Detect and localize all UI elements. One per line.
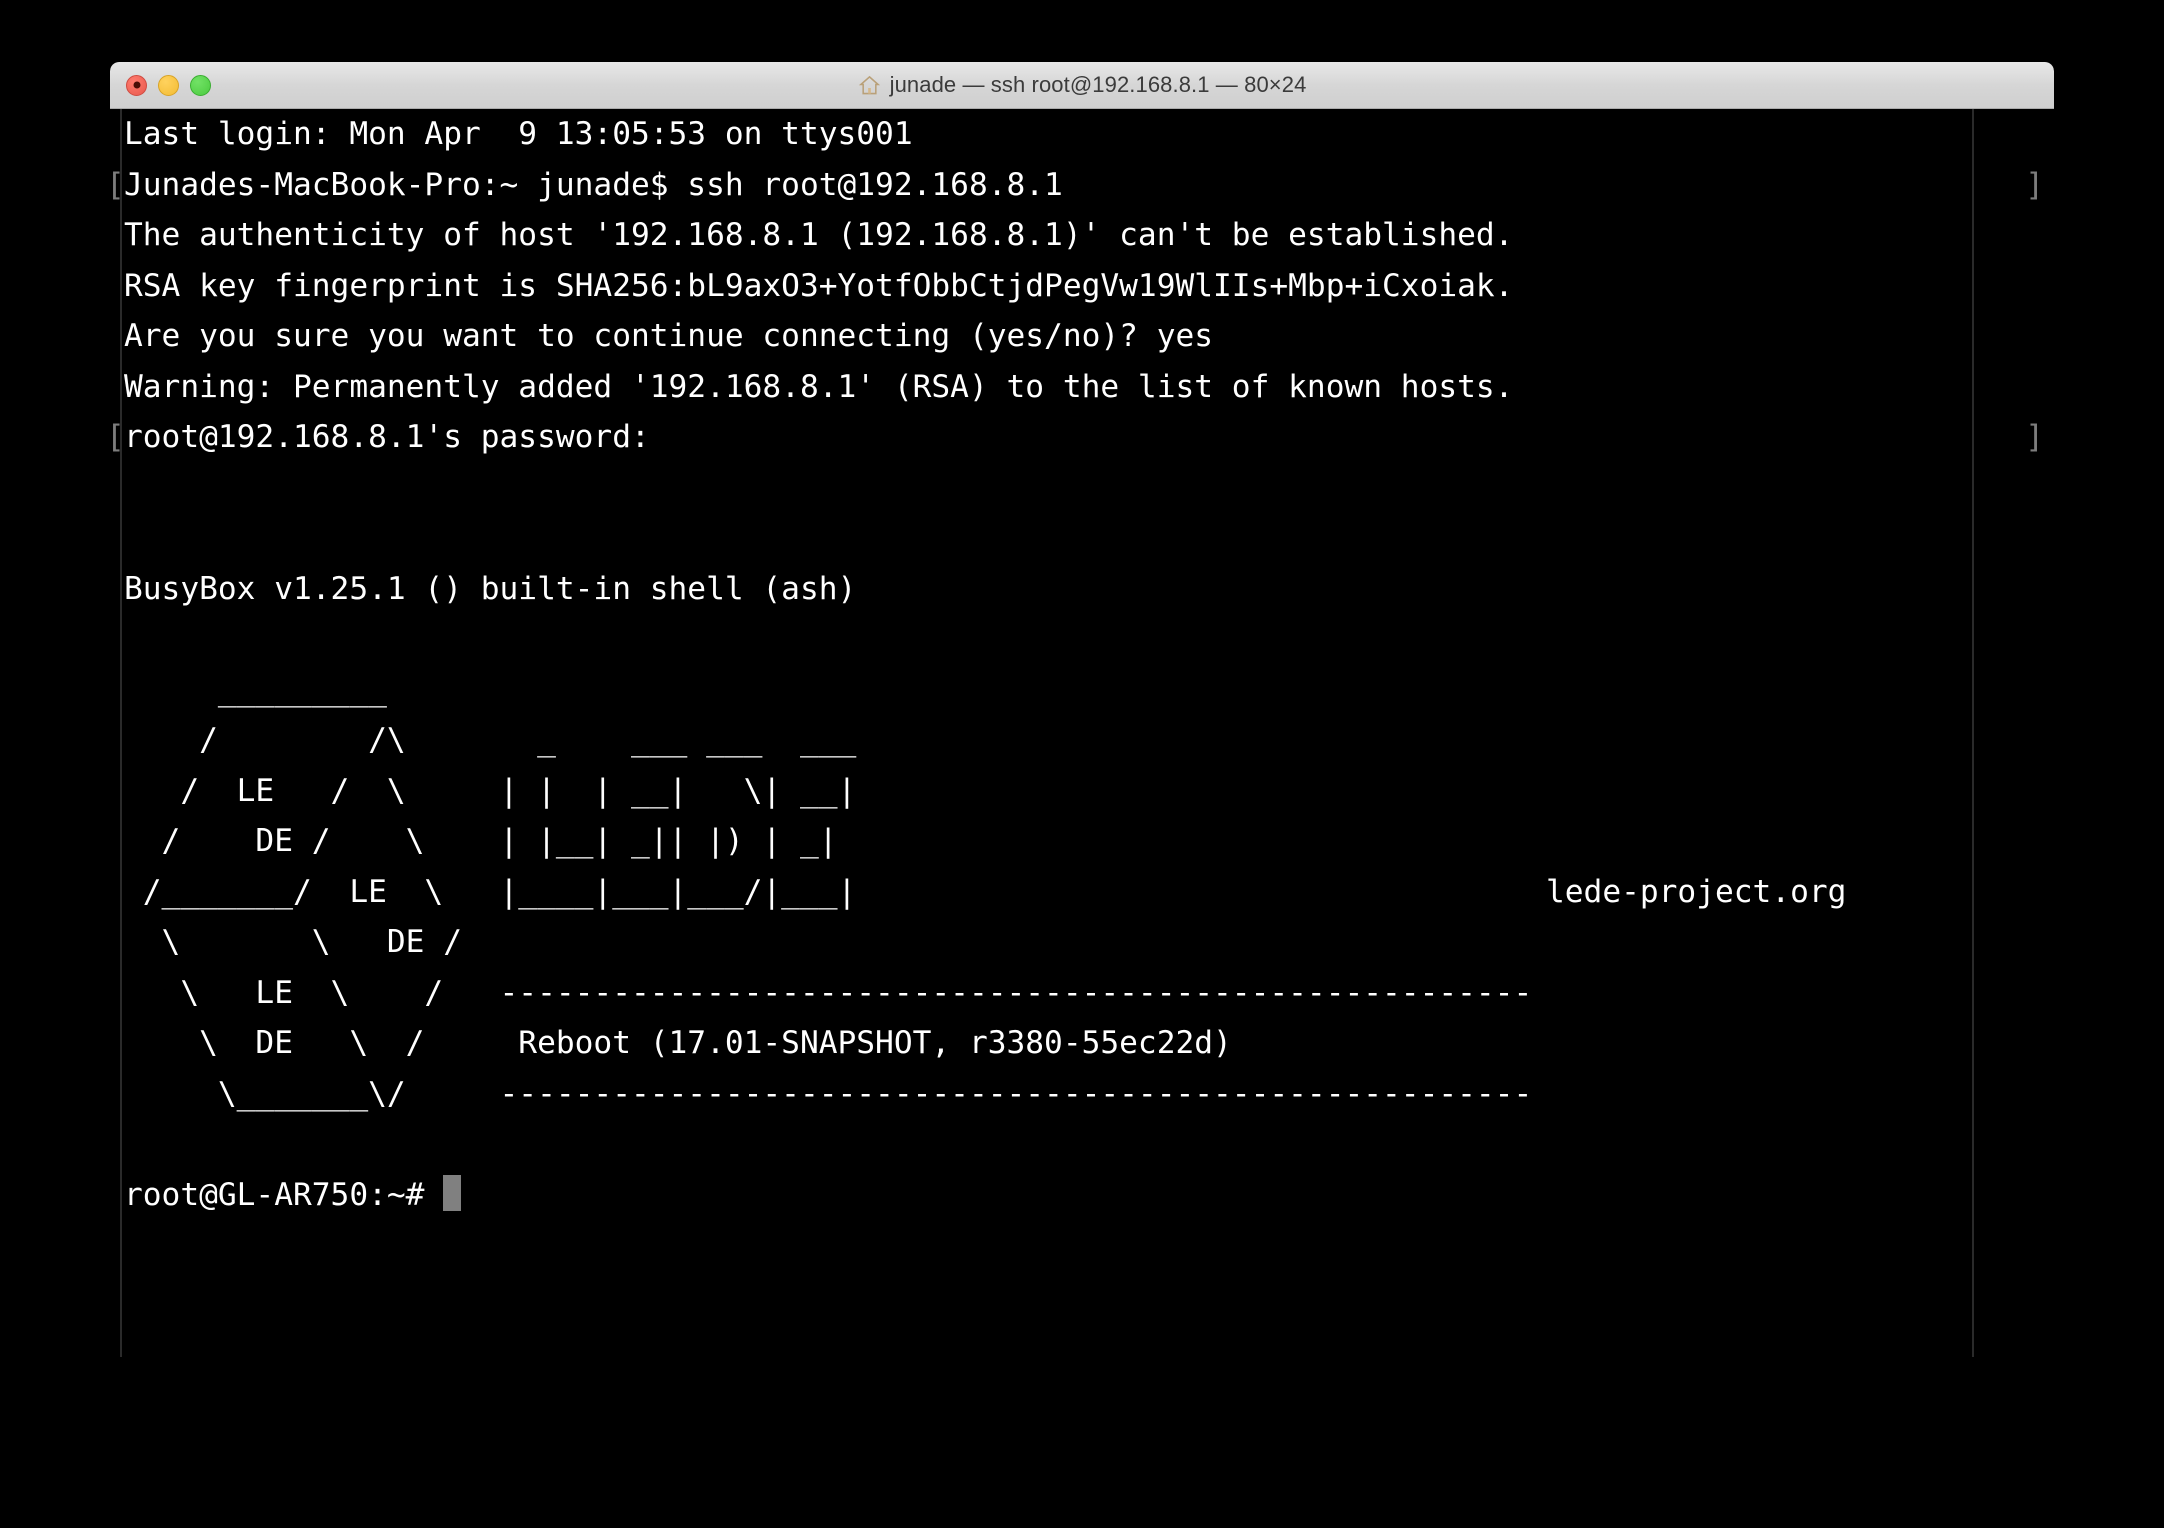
terminal-line-text: root@GL-AR750:~# (124, 1176, 444, 1213)
terminal-line-text: RSA key fingerprint is SHA256:bL9axO3+Yo… (124, 267, 1514, 304)
terminal-line-text: / DE / \ | |__| _|| |) | _| (124, 823, 838, 859)
shell-prompt-line: root@GL-AR750:~# (110, 1170, 2054, 1221)
terminal-line-text: \ LE \ / -------------------------------… (124, 974, 1533, 1011)
terminal-line-text: Are you sure you want to continue connec… (124, 318, 1214, 354)
terminal-line: The authenticity of host '192.168.8.1 (1… (110, 210, 2054, 261)
ascii-art-line: _________ (110, 665, 2054, 716)
maximize-button[interactable] (190, 74, 211, 96)
prompt-mark-start: [ (110, 160, 125, 211)
house-icon (858, 74, 881, 97)
terminal-line-text: BusyBox v1.25.1 () built-in shell (ash) (124, 570, 857, 607)
terminal-line-text: Junades-MacBook-Pro:~ junade$ ssh root@1… (124, 166, 1063, 203)
terminal-line: Last login: Mon Apr 9 13:05:53 on ttys00… (110, 109, 2054, 160)
terminal-line-text: \_______\/ -----------------------------… (124, 1075, 1533, 1112)
terminal-line-text: The authenticity of host '192.168.8.1 (1… (124, 217, 1514, 253)
prompt-mark-end: ] (2025, 166, 2044, 203)
terminal-screen[interactable]: Last login: Mon Apr 9 13:05:53 on ttys00… (110, 109, 2054, 1357)
title-bar[interactable]: junade — ssh root@192.168.8.1 — 80×24 (110, 62, 2054, 109)
ascii-art-line: \_______\/ -----------------------------… (110, 1069, 2054, 1120)
terminal-line: BusyBox v1.25.1 () built-in shell (ash) (110, 564, 2054, 615)
window-title-text: junade — ssh root@192.168.8.1 — 80×24 (889, 72, 1307, 97)
window-title: junade — ssh root@192.168.8.1 — 80×24 (110, 72, 2054, 98)
terminal-line-text: / /\ _ ___ ___ ___ (124, 722, 857, 758)
project-url: lede-project.org (1546, 873, 1847, 910)
minimize-button[interactable] (158, 74, 179, 96)
terminal-line-text: \ DE \ / Reboot (17.01-SNAPSHOT, r3380-5… (124, 1025, 1232, 1061)
terminal-line-text: Warning: Permanently added '192.168.8.1'… (124, 368, 1514, 405)
terminal-line: Warning: Permanently added '192.168.8.1'… (110, 362, 2054, 413)
close-button[interactable] (126, 74, 147, 96)
ascii-art-line: / LE / \ | | | __| \| __| (110, 766, 2054, 817)
block-cursor (443, 1174, 462, 1211)
terminal-window[interactable]: junade — ssh root@192.168.8.1 — 80×24 La… (110, 62, 2054, 1357)
terminal-line: [] Junades-MacBook-Pro:~ junade$ ssh root… (110, 160, 2054, 211)
terminal-line: Are you sure you want to continue connec… (110, 311, 2054, 362)
terminal-line-text: \ \ DE / (124, 924, 462, 960)
prompt-mark-start: [ (110, 412, 125, 463)
ascii-art-line: / /\ _ ___ ___ ___ (110, 715, 2054, 766)
ascii-art-line: / DE / \ | |__| _|| |) | _| (110, 816, 2054, 867)
terminal-line-text: Last login: Mon Apr 9 13:05:53 on ttys00… (124, 116, 913, 152)
terminal-line-text: _________ (124, 671, 387, 708)
terminal-line-text: /_______/ LE \ |____|___|___/|___| (124, 873, 857, 910)
ascii-art-line: \ LE \ / -------------------------------… (110, 968, 2054, 1019)
terminal-line: [] root@192.168.8.1's password: (110, 412, 2054, 463)
terminal-output: Last login: Mon Apr 9 13:05:53 on ttys00… (110, 109, 2054, 1220)
terminal-line: RSA key fingerprint is SHA256:bL9axO3+Yo… (110, 261, 2054, 312)
ascii-art-line: \ DE \ / Reboot (17.01-SNAPSHOT, r3380-5… (110, 1018, 2054, 1069)
ascii-art-line: /_______/ LE \ |____|___|___/|___| lede-p… (110, 867, 2054, 918)
terminal-line-text: / LE / \ | | | __| \| __| (124, 772, 857, 809)
prompt-mark-end: ] (2025, 419, 2044, 455)
terminal-line-text: root@192.168.8.1's password: (124, 419, 669, 455)
ascii-art-line: \ \ DE / (110, 917, 2054, 968)
window-controls[interactable] (126, 62, 211, 108)
